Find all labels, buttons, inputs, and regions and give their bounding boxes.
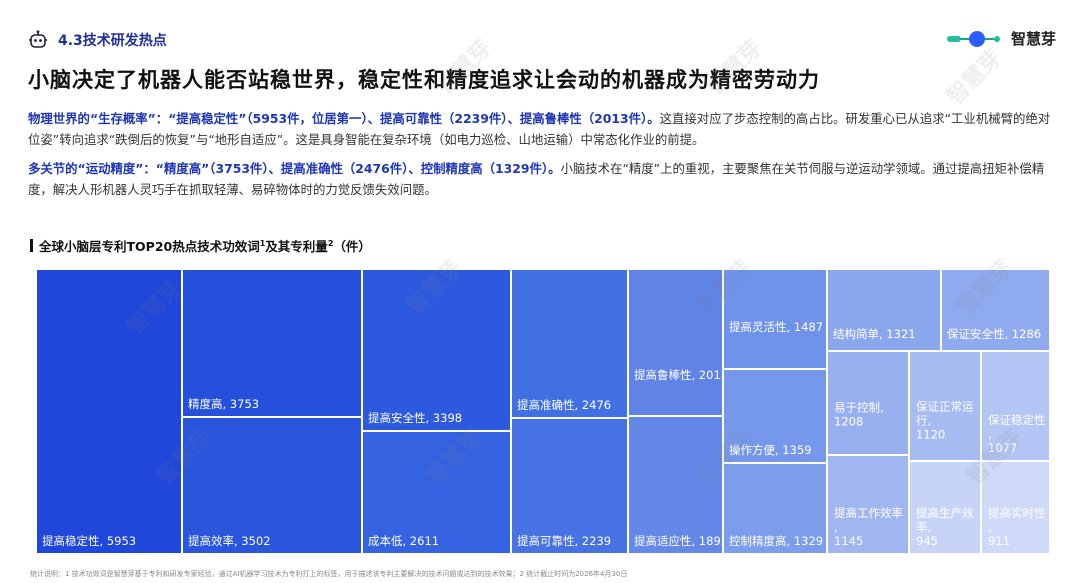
treemap-cell: 成本低, 2611 bbox=[363, 432, 510, 553]
treemap-cell: 提高稳定性, 5953 bbox=[37, 270, 181, 553]
treemap-label: 率, bbox=[916, 520, 931, 534]
treemap-label: 易于控制, bbox=[834, 400, 884, 414]
treemap-cell: 提高效率, 3502 bbox=[183, 418, 361, 553]
treemap-cell: 易于控制,1208 bbox=[828, 352, 908, 454]
treemap-label: 1120 bbox=[916, 427, 945, 441]
treemap-cell: 提高生产效率,945 bbox=[910, 462, 980, 553]
treemap-cell: 控制精度高, 1329 bbox=[724, 464, 826, 553]
treemap-rect bbox=[512, 270, 627, 417]
treemap-label: 1077 bbox=[988, 441, 1017, 455]
treemap-cell: 提高可靠性, 2239 bbox=[512, 419, 627, 553]
treemap-cell: 提高准确性, 2476 bbox=[512, 270, 627, 417]
treemap-cell: 提高安全性, 3398 bbox=[363, 270, 510, 430]
treemap-label: 提高灵活性, 1487 bbox=[729, 320, 823, 334]
treemap-rect bbox=[37, 270, 181, 553]
treemap-rect bbox=[512, 419, 627, 553]
treemap-label: 1208 bbox=[834, 414, 863, 428]
treemap-label: 保证安全性, 1286 bbox=[947, 327, 1041, 341]
treemap-label: 提高鲁棒性, 2013 bbox=[634, 368, 728, 382]
treemap-label: 操作方便, 1359 bbox=[729, 443, 812, 457]
treemap-chart: 提高稳定性, 5953 精度高, 3753 提高效率, 3502 提高安全性, 339… bbox=[37, 270, 1049, 553]
treemap-label: , bbox=[988, 520, 992, 534]
treemap-cell: 保证安全性, 1286 bbox=[942, 270, 1049, 350]
treemap-cell: 保证稳定性,1077 bbox=[982, 352, 1049, 460]
treemap-label: 提高准确性, 2476 bbox=[517, 398, 611, 412]
treemap-cell: 提高实时性,911 bbox=[982, 462, 1049, 553]
treemap-label: 保证正常运 bbox=[916, 399, 974, 413]
treemap-cell: 结构简单, 1321 bbox=[828, 270, 940, 350]
treemap-label: 提高生产效 bbox=[916, 506, 974, 520]
treemap-label: 911 bbox=[988, 534, 1010, 548]
treemap-label: 成本低, 2611 bbox=[368, 534, 439, 548]
treemap-label: 提高稳定性, 5953 bbox=[42, 534, 136, 548]
treemap-label: 提高安全性, 3398 bbox=[368, 411, 462, 425]
treemap-label: , bbox=[834, 520, 838, 534]
treemap-label: 提高适应性, 1893 bbox=[634, 534, 728, 548]
treemap-label: 945 bbox=[916, 534, 938, 548]
treemap-label: 提高工作效率 bbox=[834, 506, 903, 520]
treemap-label: 精度高, 3753 bbox=[188, 397, 259, 411]
footnote: 统计说明：1 技术功效词是智慧芽基于专利和研发专家经验，通过AI机器学习技术为专… bbox=[30, 570, 628, 578]
treemap-label: 提高可靠性, 2239 bbox=[517, 534, 611, 548]
treemap-label: 控制精度高, 1329 bbox=[729, 534, 823, 548]
treemap-cell: 提高工作效率,1145 bbox=[828, 456, 908, 553]
treemap-rect bbox=[629, 270, 722, 415]
treemap-cell: 保证正常运行,1120 bbox=[910, 352, 980, 460]
treemap-cell: 提高适应性, 1893 bbox=[629, 417, 728, 553]
treemap-cell: 提高灵活性, 1487 bbox=[724, 270, 826, 368]
treemap-rect bbox=[363, 270, 510, 430]
treemap-label: 1145 bbox=[834, 534, 863, 548]
treemap-label: 结构简单, 1321 bbox=[833, 327, 916, 341]
treemap-label: 行, bbox=[916, 413, 931, 427]
treemap-rect bbox=[183, 270, 361, 416]
treemap-rect bbox=[183, 418, 361, 553]
treemap-cell: 操作方便, 1359 bbox=[724, 370, 826, 462]
treemap-rect bbox=[629, 417, 722, 553]
treemap-label: 保证稳定性 bbox=[988, 413, 1046, 427]
treemap-label: , bbox=[988, 427, 992, 441]
treemap-cell: 提高鲁棒性, 2013 bbox=[629, 270, 728, 415]
treemap-label: 提高效率, 3502 bbox=[188, 534, 271, 548]
treemap-cell: 精度高, 3753 bbox=[183, 270, 361, 416]
treemap-label: 提高实时性 bbox=[988, 506, 1046, 520]
